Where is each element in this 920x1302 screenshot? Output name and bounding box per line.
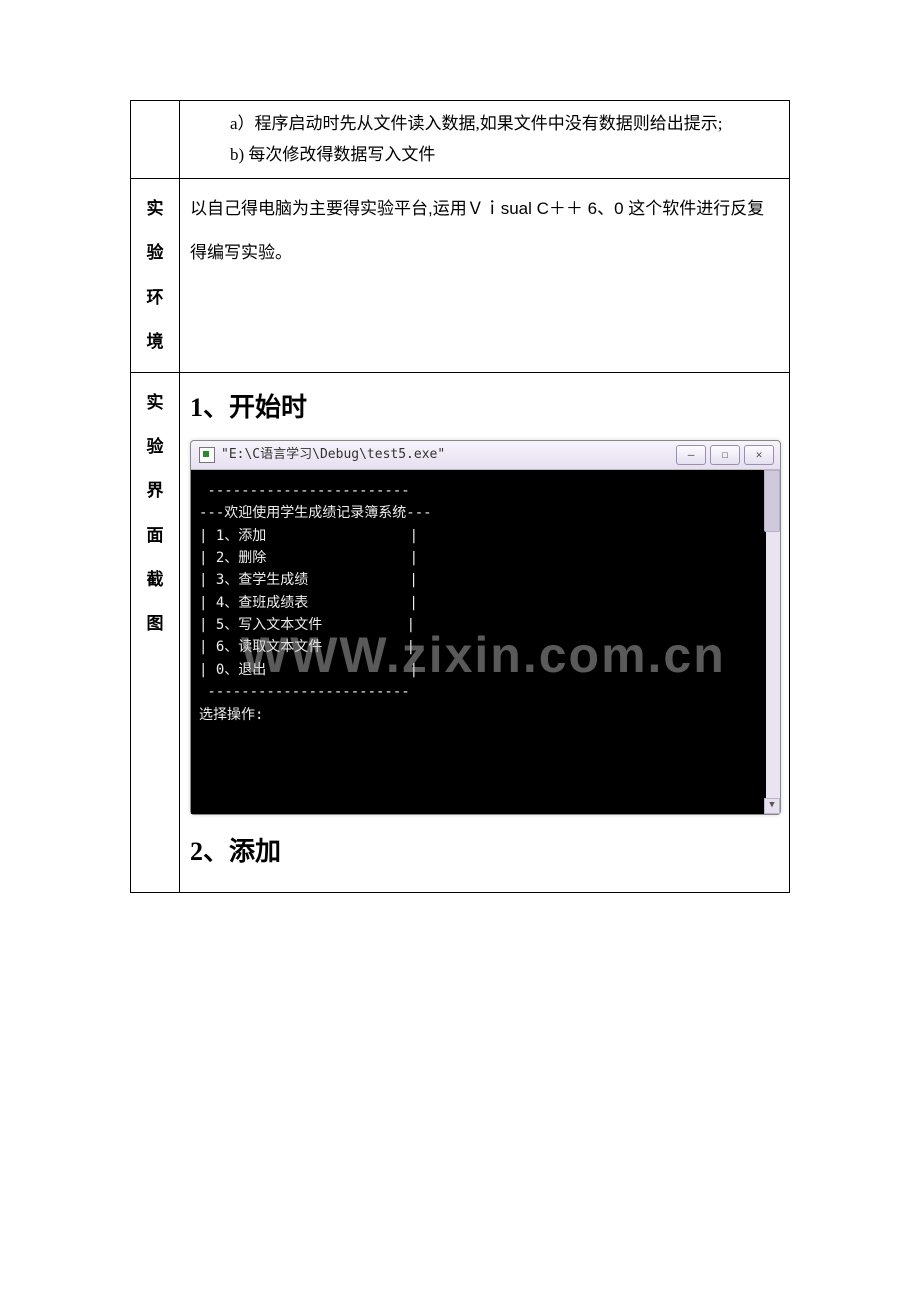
console-line: | 2、删除 | <box>199 547 758 569</box>
console-line: | 3、查学生成绩 | <box>199 569 758 591</box>
row1-line-a: a）程序启动时先从文件读入数据,如果文件中没有数据则给出提示; <box>190 109 779 140</box>
row2-content-cell: 以自己得电脑为主要得实验平台,运用Ｖｉsual C＋＋ 6、0 这个软件进行反复… <box>180 179 790 373</box>
console-titlebar: "E:\C语言学习\Debug\test5.exe" — ☐ ✕ <box>191 441 780 470</box>
scrollbar-thumb[interactable] <box>764 470 780 532</box>
row2-label-cell: 实验环境 <box>131 179 180 373</box>
row3-content-cell: 1、开始时 "E:\C语言学习\Debug\test5.exe" — ☐ ✕ ▲ <box>180 372 790 892</box>
console-window: "E:\C语言学习\Debug\test5.exe" — ☐ ✕ ▲ ▼ ---… <box>190 440 781 815</box>
console-title: "E:\C语言学习\Debug\test5.exe" <box>221 443 668 466</box>
maximize-button[interactable]: ☐ <box>710 445 740 465</box>
row1-line-b: b) 每次修改得数据写入文件 <box>190 140 779 171</box>
close-icon: ✕ <box>756 445 763 465</box>
console-line: ------------------------ <box>199 681 758 703</box>
window-buttons: — ☐ ✕ <box>676 445 774 465</box>
document-page: a）程序启动时先从文件读入数据,如果文件中没有数据则给出提示; b) 每次修改得… <box>0 0 920 933</box>
table-row: 实验环境 以自己得电脑为主要得实验平台,运用Ｖｉsual C＋＋ 6、0 这个软… <box>131 179 790 373</box>
heading-add: 2、添加 <box>190 829 779 876</box>
minimize-button[interactable]: — <box>676 445 706 465</box>
console-line: | 1、添加 | <box>199 525 758 547</box>
console-line: | 4、查班成绩表 | <box>199 592 758 614</box>
maximize-icon: ☐ <box>722 445 729 465</box>
console-line: | 6、读取文本文件 | <box>199 636 758 658</box>
app-icon <box>199 447 215 463</box>
chevron-down-icon: ▼ <box>769 800 774 810</box>
console-line: | 0、退出 | <box>199 659 758 681</box>
table-row: a）程序启动时先从文件读入数据,如果文件中没有数据则给出提示; b) 每次修改得… <box>131 101 790 179</box>
row3-label: 实验界面截图 <box>147 393 164 633</box>
document-table: a）程序启动时先从文件读入数据,如果文件中没有数据则给出提示; b) 每次修改得… <box>130 100 790 893</box>
row2-label: 实验环境 <box>147 199 164 351</box>
console-line: ---欢迎使用学生成绩记录簿系统--- <box>199 502 758 524</box>
row2-text: 以自己得电脑为主要得实验平台,运用Ｖｉsual C＋＋ 6、0 这个软件进行反复… <box>190 187 779 275</box>
row1-label-cell <box>131 101 180 179</box>
console-body: ▲ ▼ ------------------------ ---欢迎使用学生成绩… <box>191 470 780 814</box>
console-line: | 5、写入文本文件 | <box>199 614 758 636</box>
console-line: 选择操作: <box>199 704 758 726</box>
console-line: ------------------------ <box>199 480 758 502</box>
heading-start: 1、开始时 <box>190 385 779 432</box>
minimize-icon: — <box>688 445 695 465</box>
row1-content-cell: a）程序启动时先从文件读入数据,如果文件中没有数据则给出提示; b) 每次修改得… <box>180 101 790 179</box>
table-row: 实验界面截图 1、开始时 "E:\C语言学习\Debug\test5.exe" … <box>131 372 790 892</box>
row3-label-cell: 实验界面截图 <box>131 372 180 892</box>
close-button[interactable]: ✕ <box>744 445 774 465</box>
scroll-down-button[interactable]: ▼ <box>764 798 780 814</box>
